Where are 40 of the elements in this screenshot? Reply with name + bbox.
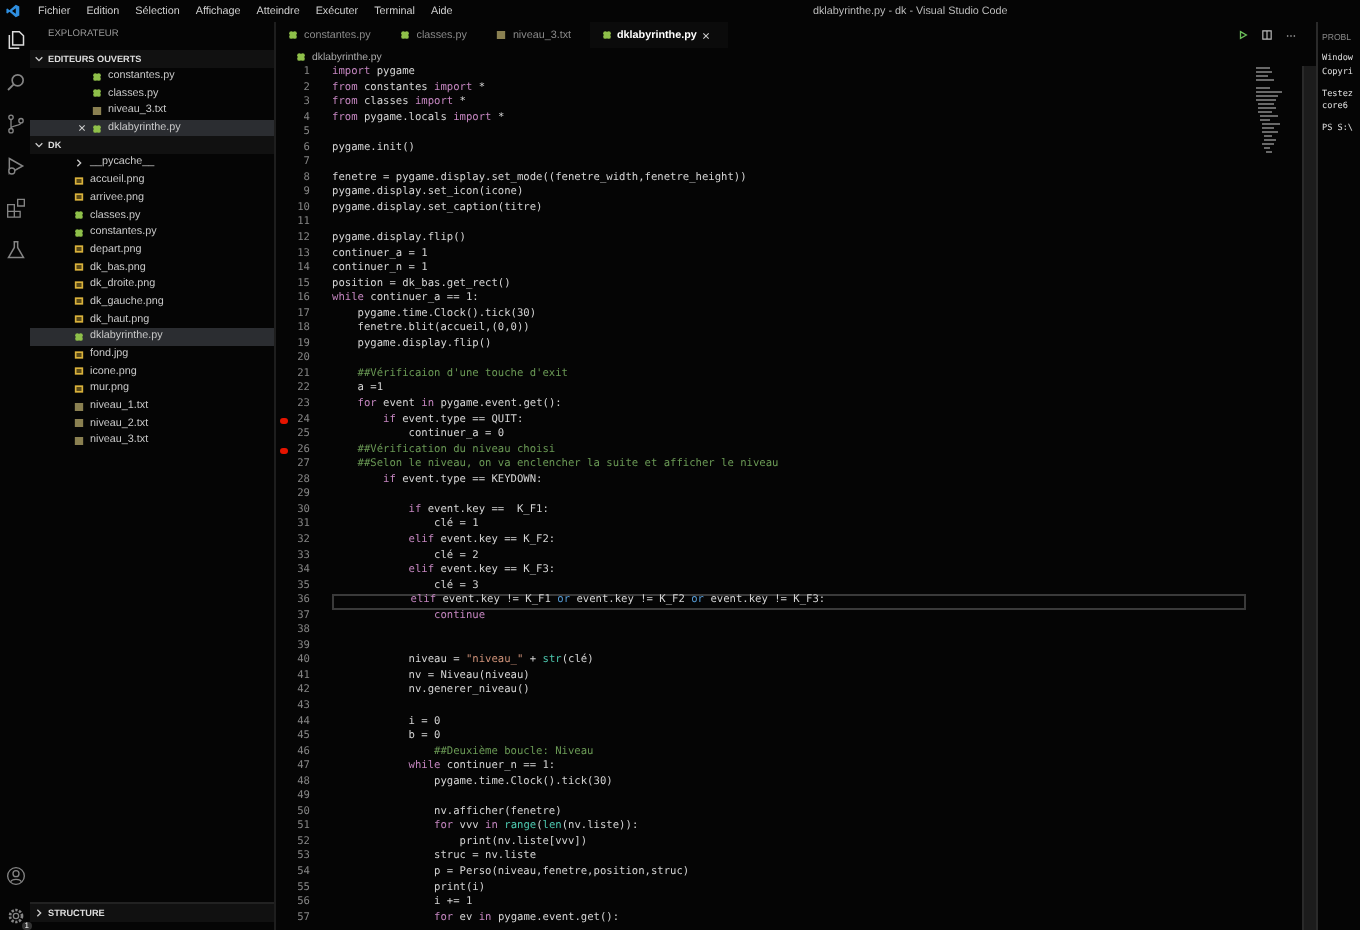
image-file-icon: [74, 244, 84, 255]
logo-icon: [6, 4, 20, 18]
account-icon[interactable]: [5, 866, 25, 886]
text-file-icon: [74, 401, 84, 412]
clover-icon: [74, 331, 84, 342]
source-control-icon[interactable]: [5, 114, 25, 134]
image-file-icon: [74, 192, 84, 203]
clover-icon: [92, 123, 102, 134]
clover-icon: [288, 30, 298, 40]
breakpoint-icon[interactable]: [280, 417, 288, 425]
extensions-icon[interactable]: [5, 198, 25, 218]
files-icon[interactable]: [5, 30, 25, 50]
text-file-icon: [496, 30, 507, 40]
image-file-icon: [74, 383, 84, 394]
image-file-icon: [74, 279, 84, 290]
text-file-icon: [74, 435, 84, 446]
settings-icon[interactable]: [5, 906, 25, 926]
clover-icon: [296, 52, 306, 62]
run-icon[interactable]: [1238, 30, 1248, 40]
image-file-icon: [74, 262, 84, 273]
image-file-icon: [74, 366, 84, 377]
chevron-icon: [34, 53, 44, 64]
flask-icon[interactable]: [5, 240, 25, 260]
scrollbar[interactable]: [1302, 66, 1316, 930]
clover-icon: [601, 30, 612, 40]
image-file-icon: [74, 349, 84, 360]
run-debug-icon[interactable]: [5, 156, 25, 176]
split-editor-icon[interactable]: [1262, 30, 1272, 40]
chevron-icon: [34, 908, 44, 919]
image-file-icon: [74, 314, 84, 325]
close-icon[interactable]: [78, 124, 86, 133]
close-icon[interactable]: [702, 31, 711, 39]
clover-icon: [400, 30, 411, 40]
text-file-icon: [74, 418, 84, 429]
image-file-icon: [74, 296, 84, 307]
image-file-icon: [74, 175, 84, 186]
search-icon[interactable]: [5, 72, 25, 92]
chevron-icon: [34, 140, 44, 151]
text-file-icon: [92, 105, 102, 116]
breakpoint-icon[interactable]: [280, 447, 288, 455]
